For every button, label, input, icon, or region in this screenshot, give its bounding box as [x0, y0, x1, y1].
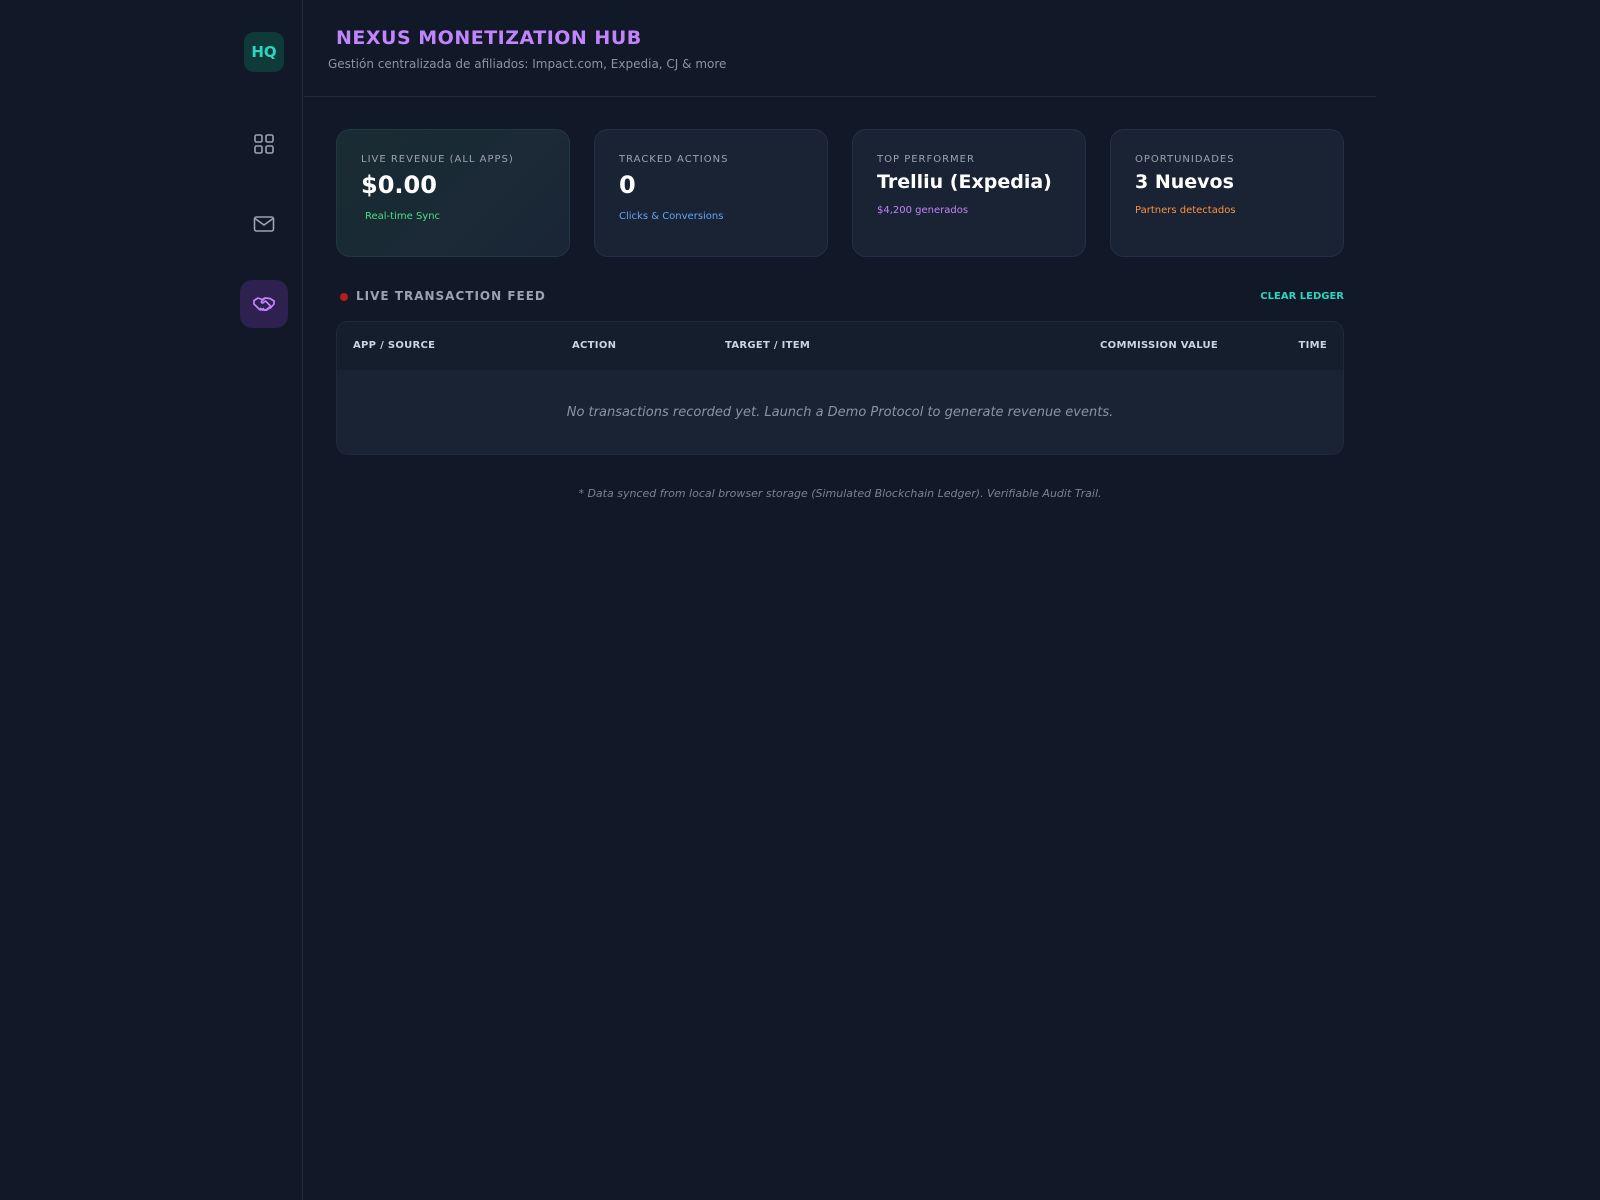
nav-dashboard-button[interactable]	[240, 120, 288, 168]
transaction-table: APP / SOURCE ACTION TARGET / ITEM COMMIS…	[336, 321, 1344, 455]
stat-card-actions: TRACKED ACTIONS 0 Clicks & Conversions	[594, 129, 828, 257]
live-indicator-dot	[340, 293, 348, 301]
column-header-commission: COMMISSION VALUE	[1100, 340, 1219, 351]
card-value: 3 Nuevos	[1135, 171, 1234, 193]
card-note: $4,200 generados	[877, 205, 969, 216]
card-note: Clicks & Conversions	[619, 211, 724, 222]
feed-header: LIVE TRANSACTION FEED CLEAR LEDGER	[336, 287, 1344, 307]
grid-icon	[254, 134, 274, 154]
column-header-action: ACTION	[572, 340, 617, 351]
nav-partners-button[interactable]	[240, 280, 288, 328]
card-value: 0	[619, 171, 636, 199]
stat-card-top-performer: TOP PERFORMER Trelliu (Expedia) $4,200 g…	[852, 129, 1086, 257]
mail-icon	[253, 216, 275, 232]
table-header: APP / SOURCE ACTION TARGET / ITEM COMMIS…	[337, 322, 1343, 370]
hq-logo[interactable]: HQ	[244, 32, 284, 72]
card-label: OPORTUNIDADES	[1135, 154, 1235, 165]
stat-card-opportunities: OPORTUNIDADES 3 Nuevos Partners detectad…	[1110, 129, 1344, 257]
stat-cards: LIVE REVENUE (ALL APPS) $0.00 Real-time …	[336, 129, 1344, 257]
card-label: LIVE REVENUE (ALL APPS)	[361, 154, 514, 165]
handshake-icon	[253, 297, 275, 312]
card-note: Real-time Sync	[365, 211, 441, 222]
page-header: NEXUS MONETIZATION HUB Gestión centraliz…	[304, 0, 1376, 97]
card-value: Trelliu (Expedia)	[877, 171, 1052, 193]
column-header-app-source: APP / SOURCE	[353, 340, 436, 351]
page-subtitle: Gestión centralizada de afiliados: Impac…	[328, 57, 727, 71]
column-header-time: TIME	[1298, 340, 1327, 351]
column-header-target: TARGET / ITEM	[725, 340, 811, 351]
card-value: $0.00	[361, 171, 437, 199]
page-title: NEXUS MONETIZATION HUB	[336, 27, 642, 49]
footnote: * Data synced from local browser storage…	[578, 487, 1102, 500]
nav-mail-button[interactable]	[240, 200, 288, 248]
app-root: HQ NEXUS MONETIZATION HUB Gestión centra…	[0, 0, 1600, 1200]
card-note: Partners detectados	[1135, 205, 1236, 216]
sidebar: HQ	[0, 0, 303, 1200]
feed-title: LIVE TRANSACTION FEED	[356, 289, 546, 303]
clear-ledger-button[interactable]: CLEAR LEDGER	[1260, 291, 1344, 302]
card-label: TOP PERFORMER	[877, 154, 975, 165]
card-label: TRACKED ACTIONS	[619, 154, 729, 165]
empty-state-message: No transactions recorded yet. Launch a D…	[566, 405, 1114, 420]
stat-card-revenue: LIVE REVENUE (ALL APPS) $0.00 Real-time …	[336, 129, 570, 257]
